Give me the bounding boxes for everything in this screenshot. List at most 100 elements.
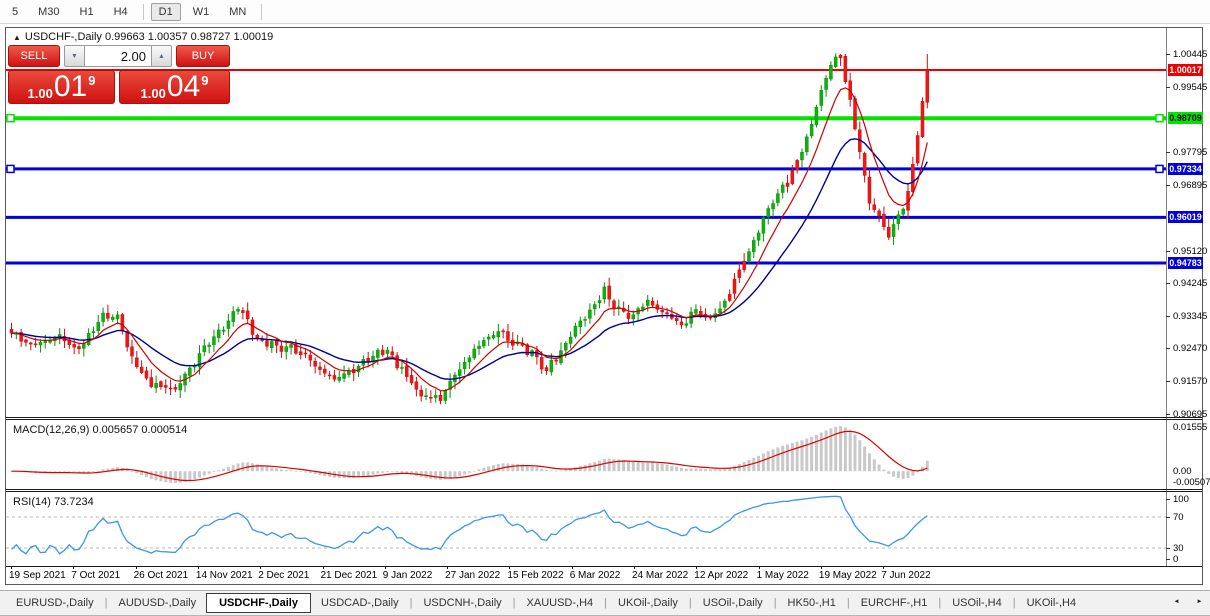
- axis-tick: [1166, 185, 1170, 187]
- price-axis-label: 0.99545: [1173, 82, 1208, 94]
- buy-price-quote[interactable]: 1.00 04 9: [119, 70, 230, 104]
- timeframe-button-m30[interactable]: M30: [30, 3, 67, 21]
- macd-axis-label: 0.01555: [1173, 422, 1208, 433]
- date-axis-label: 7 Jun 2022: [881, 570, 931, 581]
- price-axis-label: 0.97795: [1173, 146, 1208, 158]
- volume-increase-button[interactable]: ▲: [152, 45, 172, 67]
- price-axis-label: 0.93345: [1173, 311, 1208, 322]
- axis-tick: [1166, 282, 1170, 284]
- date-tick: [634, 566, 635, 569]
- chart-tab-usoil-daily[interactable]: USOil-,Daily: [693, 594, 773, 612]
- price-tag-1.00017: 1.00017: [1168, 63, 1203, 76]
- timeframe-button-h1[interactable]: H1: [72, 3, 102, 21]
- tab-separator: |: [688, 597, 692, 609]
- date-tick: [73, 566, 75, 569]
- date-tick: [758, 566, 760, 569]
- axis-tick: [1166, 250, 1170, 252]
- date-tick: [447, 566, 449, 569]
- line-handle-icon[interactable]: [1155, 113, 1164, 123]
- price-chart-canvas[interactable]: [6, 28, 1202, 566]
- buy-button[interactable]: BUY: [176, 45, 230, 67]
- rsi-axis-label: 70: [1173, 512, 1184, 523]
- time-axis-line: [6, 566, 1202, 567]
- tab-separator: |: [1012, 597, 1016, 609]
- volume-decrease-button[interactable]: ▼: [64, 45, 84, 67]
- axis-tick: [1166, 499, 1170, 500]
- buy-price-main: 04: [166, 70, 201, 103]
- chart-tab-usdchf-daily[interactable]: USDCHF-,Daily: [206, 593, 311, 613]
- date-axis-label: 26 Oct 2021: [133, 570, 189, 581]
- date-axis-label: 7 Oct 2021: [71, 570, 121, 581]
- date-axis-label: 15 Feb 2022: [507, 570, 564, 581]
- tab-scroll-controls: ◄ ►: [1172, 596, 1204, 606]
- ma-slow-line: [11, 138, 928, 380]
- price-axis-label: 0.94245: [1173, 277, 1208, 289]
- rsi-pane-splitter[interactable]: [6, 489, 1202, 492]
- tab-separator: |: [104, 597, 108, 609]
- sell-button[interactable]: SELL: [8, 45, 60, 67]
- axis-tick: [1166, 517, 1170, 518]
- chart-tab-eurchf-h1[interactable]: EURCHF-,H1: [851, 594, 938, 612]
- chart-tab-usoil-h4[interactable]: USOil-,H4: [942, 594, 1012, 612]
- chart-tab-eurusd-daily[interactable]: EURUSD-,Daily: [6, 594, 104, 612]
- timeframe-button-h4[interactable]: H4: [106, 3, 136, 21]
- price-axis-label: 0.90695: [1173, 408, 1208, 420]
- rsi-line: [11, 495, 928, 555]
- price-axis-label: 0.91570: [1173, 376, 1208, 388]
- rsi-axis-label: 30: [1173, 543, 1184, 554]
- price-axis-label: 0.95120: [1173, 245, 1208, 257]
- date-tick: [135, 566, 137, 569]
- price-tag-0.96019: 0.96019: [1168, 211, 1203, 224]
- sell-price-quote[interactable]: 1.00 01 9: [8, 70, 115, 104]
- line-handle-icon[interactable]: [1155, 164, 1164, 174]
- date-tick: [384, 566, 386, 569]
- one-click-trade-panel: SELL ▼ ▲ BUY 1.00019 1.00049: [8, 45, 234, 104]
- timeframe-button-d1[interactable]: D1: [150, 2, 181, 21]
- line-handle-icon[interactable]: [6, 164, 15, 174]
- date-tick: [571, 566, 573, 569]
- date-axis-label: 9 Jan 2022: [382, 570, 433, 581]
- price-axis-label: 0.92470: [1173, 343, 1208, 355]
- timeframe-button-w1[interactable]: W1: [185, 3, 218, 21]
- date-tick: [260, 566, 262, 569]
- price-tag-0.97334: 0.97334: [1168, 162, 1203, 175]
- date-tick: [11, 566, 12, 569]
- axis-tick: [1166, 348, 1170, 350]
- date-axis-label: 24 Mar 2022: [632, 570, 689, 581]
- chart-symbol-label: USDCHF-,Daily: [24, 31, 102, 43]
- date-tick: [820, 566, 822, 569]
- rsi-axis-label: 100: [1173, 494, 1189, 505]
- chart-window: ▲ USDCHF-,Daily 0.99663 1.00357 0.98727 1…: [5, 27, 1210, 585]
- volume-input[interactable]: [84, 45, 152, 67]
- timeframe-button-mn[interactable]: MN: [221, 3, 254, 21]
- macd-indicator-label: MACD(12,26,9) 0.005657 0.000514: [13, 424, 188, 436]
- axis-tick: [1166, 413, 1170, 415]
- chevron-down-icon: ▼: [71, 52, 78, 60]
- date-axis-label: 1 May 2022: [756, 570, 809, 581]
- chart-tab-usdcnh-daily[interactable]: USDCNH-,Daily: [413, 594, 511, 612]
- chart-tab-audusd-daily[interactable]: AUDUSD-,Daily: [108, 594, 206, 612]
- chart-tab-xauusd-h4[interactable]: XAUUSD-,H4: [517, 594, 604, 612]
- date-axis-label: 19 Sep 2021: [9, 570, 66, 581]
- chart-tab-usdcad-daily[interactable]: USDCAD-,Daily: [311, 594, 409, 612]
- timeframe-button-5[interactable]: 5: [4, 3, 26, 21]
- tab-separator: |: [773, 597, 777, 609]
- chart-tab-hk50-h1[interactable]: HK50-,H1: [778, 594, 846, 612]
- tab-separator: |: [604, 597, 608, 609]
- chart-tab-ukoil-daily[interactable]: UKOil-,Daily: [608, 594, 688, 612]
- price-axis-label: 1.00445: [1173, 49, 1208, 61]
- tab-separator: |: [512, 597, 516, 609]
- tab-scroll-right-icon[interactable]: ►: [1196, 598, 1202, 605]
- tab-scroll-left-icon[interactable]: ◄: [1173, 598, 1179, 605]
- timeframe-toolbar: 5 M30 H1 H4 D1 W1 MN: [0, 0, 1210, 24]
- sell-price-pip: 9: [88, 73, 96, 88]
- macd-pane-splitter[interactable]: [6, 417, 1202, 420]
- trading-terminal: 5 M30 H1 H4 D1 W1 MN ▲ USDCHF-,Daily 0.99663 1.…: [0, 0, 1210, 616]
- chart-tab-ukoil-h4[interactable]: UKOil-,H4: [1017, 594, 1087, 612]
- sell-price-prefix: 1.00: [27, 86, 53, 101]
- date-tick: [883, 566, 885, 569]
- line-handle-icon[interactable]: [6, 113, 15, 123]
- axis-tick: [1166, 54, 1170, 56]
- collapse-panel-icon[interactable]: ▲: [13, 33, 21, 42]
- axis-tick: [1166, 316, 1170, 317]
